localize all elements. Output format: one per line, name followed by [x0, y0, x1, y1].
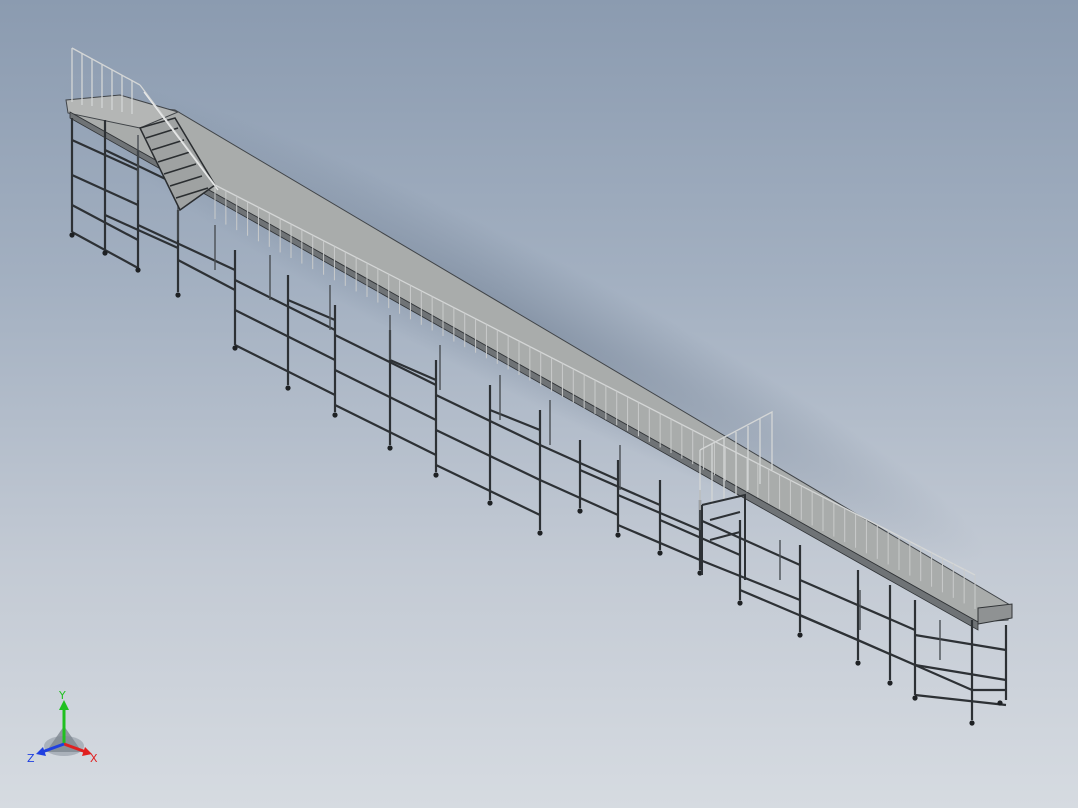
end-plate [977, 603, 1013, 625]
z-axis-label: Z [27, 752, 35, 765]
y-axis-label: Y [58, 690, 66, 702]
walkway-platform-model[interactable] [0, 0, 1078, 808]
cad-viewport[interactable]: Y X Z [0, 0, 1078, 808]
x-axis-label: X [90, 752, 98, 765]
z-axis-arrow-icon [36, 747, 46, 756]
axis-triad: Y X Z [27, 690, 98, 765]
